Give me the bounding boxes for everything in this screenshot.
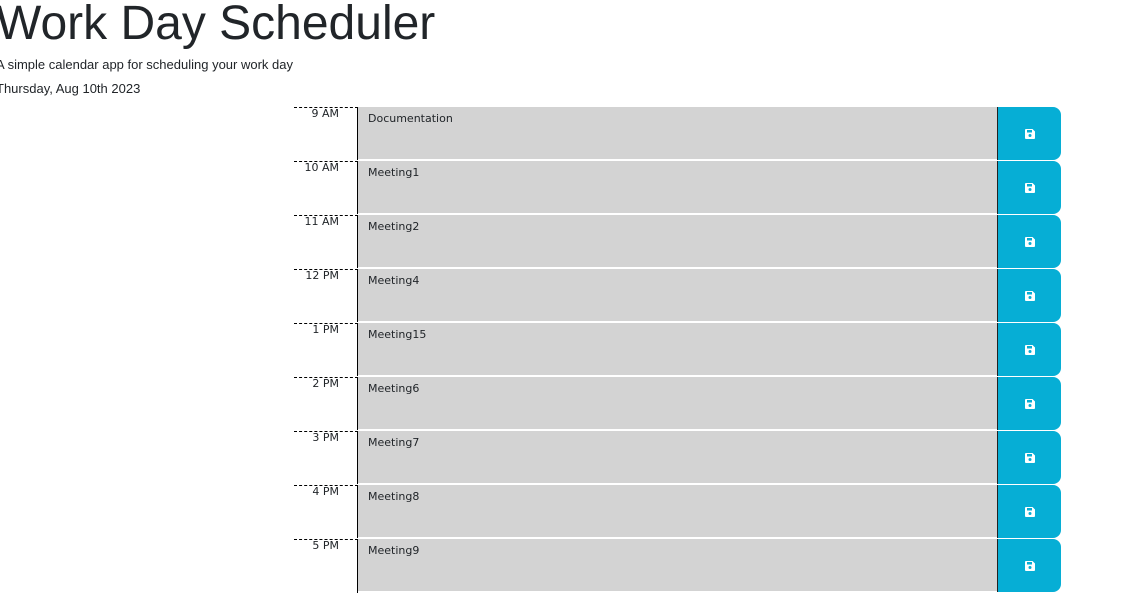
save-icon	[1024, 506, 1035, 517]
time-block-2pm: 2 PM Meeting6	[294, 377, 1062, 431]
save-button[interactable]	[997, 323, 1061, 376]
save-button[interactable]	[997, 269, 1061, 322]
save-button[interactable]	[997, 485, 1061, 538]
save-button[interactable]	[997, 377, 1061, 430]
save-icon	[1024, 344, 1035, 355]
save-button[interactable]	[997, 539, 1061, 592]
time-block-list: 9 AM Documentation 10 AM Meeting1 11 AM …	[294, 107, 1062, 593]
hour-label: 1 PM	[294, 323, 358, 376]
hour-label: 5 PM	[294, 539, 358, 593]
save-icon	[1024, 398, 1035, 409]
save-icon	[1024, 182, 1035, 193]
time-block-10am: 10 AM Meeting1	[294, 161, 1062, 215]
save-icon	[1024, 128, 1035, 139]
save-button[interactable]	[997, 215, 1061, 268]
time-block-11am: 11 AM Meeting2	[294, 215, 1062, 269]
description-input[interactable]: Documentation	[358, 107, 997, 160]
current-day: Thursday, Aug 10th 2023	[0, 81, 141, 96]
description-input[interactable]: Meeting2	[358, 215, 997, 268]
save-button[interactable]	[997, 431, 1061, 484]
hour-label: 2 PM	[294, 377, 358, 430]
save-icon	[1024, 560, 1035, 571]
page-title: Work Day Scheduler	[0, 0, 436, 50]
description-input[interactable]: Meeting9	[358, 539, 997, 592]
save-icon	[1024, 290, 1035, 301]
description-input[interactable]: Meeting6	[358, 377, 997, 430]
hour-label: 3 PM	[294, 431, 358, 484]
description-input[interactable]: Meeting1	[358, 161, 997, 214]
time-block-3pm: 3 PM Meeting7	[294, 431, 1062, 485]
description-input[interactable]: Meeting8	[358, 485, 997, 538]
time-block-12pm: 12 PM Meeting4	[294, 269, 1062, 323]
page-subtitle: A simple calendar app for scheduling you…	[0, 57, 293, 72]
hour-label: 9 AM	[294, 107, 358, 160]
save-icon	[1024, 236, 1035, 247]
time-block-1pm: 1 PM Meeting15	[294, 323, 1062, 377]
save-button[interactable]	[997, 161, 1061, 214]
description-input[interactable]: Meeting15	[358, 323, 997, 376]
save-icon	[1024, 452, 1035, 463]
description-input[interactable]: Meeting7	[358, 431, 997, 484]
hour-label: 11 AM	[294, 215, 358, 268]
time-block-9am: 9 AM Documentation	[294, 107, 1062, 161]
hour-label: 4 PM	[294, 485, 358, 538]
time-block-4pm: 4 PM Meeting8	[294, 485, 1062, 539]
description-input[interactable]: Meeting4	[358, 269, 997, 322]
hour-label: 10 AM	[294, 161, 358, 214]
save-button[interactable]	[997, 107, 1061, 160]
time-block-5pm: 5 PM Meeting9	[294, 539, 1062, 593]
hour-label: 12 PM	[294, 269, 358, 322]
